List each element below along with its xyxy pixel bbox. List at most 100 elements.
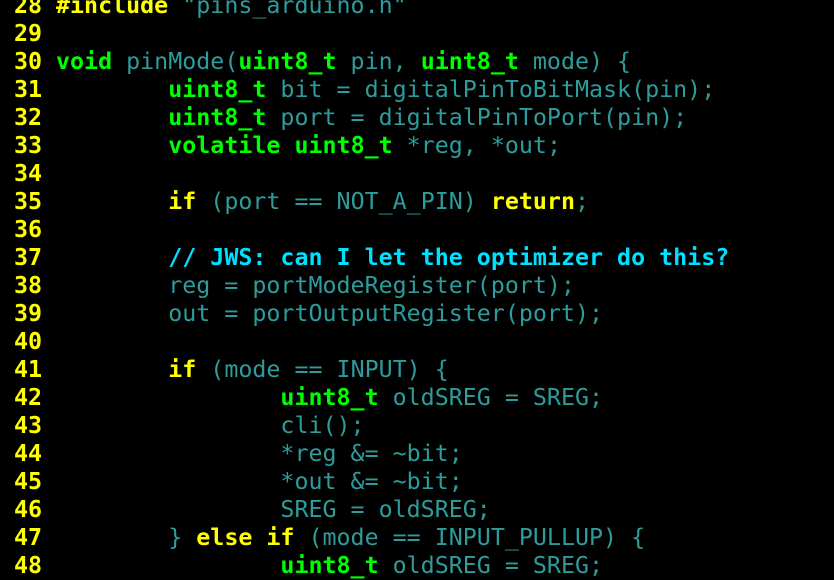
code-line[interactable]: 33 volatile uint8_t *reg, *out;: [0, 132, 834, 160]
code-line[interactable]: 32 uint8_t port = digitalPinToPort(pin);: [0, 104, 834, 132]
line-number: 40: [14, 328, 43, 355]
code-token: ;: [574, 188, 590, 215]
code-text[interactable]: if (mode == INPUT) {: [56, 356, 449, 383]
code-token: *reg, *out;: [392, 132, 561, 159]
code-line[interactable]: 43 cli();: [0, 412, 834, 440]
code-line[interactable]: 37 // JWS: can I let the optimizer do th…: [0, 244, 834, 272]
type-keyword: void: [56, 48, 113, 75]
code-token: pinMode(: [112, 48, 239, 75]
code-line[interactable]: 31 uint8_t bit = digitalPinToBitMask(pin…: [0, 76, 834, 104]
code-line[interactable]: 38 reg = portModeRegister(port);: [0, 272, 834, 300]
code-token: (mode == INPUT_PULLUP) {: [294, 524, 646, 551]
type-keyword: uint8_t: [280, 384, 379, 411]
code-editor[interactable]: 28 #include "pins_arduino.h" 29 30 void pinM…: [0, 0, 834, 580]
line-number: 43: [14, 412, 43, 439]
control-keyword: #include: [56, 0, 169, 19]
code-text[interactable]: *out &= ~bit;: [56, 468, 463, 495]
type-keyword: uint8_t: [238, 48, 337, 75]
code-line[interactable]: 39 out = portOutputRegister(port);: [0, 300, 834, 328]
code-line[interactable]: 30 void pinMode(uint8_t pin, uint8_t mode…: [0, 48, 834, 76]
code-text[interactable]: *reg &= ~bit;: [56, 440, 463, 467]
code-text[interactable]: uint8_t oldSREG = SREG;: [56, 384, 603, 411]
code-line[interactable]: 45 *out &= ~bit;: [0, 468, 834, 496]
code-text[interactable]: #include "pins_arduino.h": [56, 0, 407, 19]
line-number: 33: [14, 132, 43, 159]
type-keyword: uint8_t: [168, 76, 267, 103]
line-number: 30: [14, 48, 43, 75]
code-token: "pins_arduino.h": [168, 0, 407, 19]
code-token: (port == NOT_A_PIN): [196, 188, 491, 215]
line-number: 44: [14, 440, 43, 467]
code-text[interactable]: cli();: [56, 412, 365, 439]
line-number: 37: [14, 244, 43, 271]
line-number: 47: [14, 524, 43, 551]
line-number: 41: [14, 356, 43, 383]
code-line[interactable]: 28 #include "pins_arduino.h": [0, 0, 834, 20]
code-line[interactable]: 29: [0, 20, 834, 48]
line-number: 32: [14, 104, 43, 131]
line-number: 28: [14, 0, 43, 19]
code-text[interactable]: out = portOutputRegister(port);: [56, 300, 603, 327]
code-text[interactable]: // JWS: can I let the optimizer do this?: [56, 244, 729, 271]
code-line[interactable]: 47 } else if (mode == INPUT_PULLUP) {: [0, 524, 834, 552]
code-text[interactable]: reg = portModeRegister(port);: [56, 272, 575, 299]
line-number: 36: [14, 216, 43, 243]
code-token: mode) {: [518, 48, 632, 75]
code-text[interactable]: uint8_t oldSREG = SREG;: [56, 552, 603, 579]
control-keyword: if: [168, 188, 197, 215]
control-keyword: return: [490, 188, 575, 215]
line-number: 39: [14, 300, 43, 327]
code-text[interactable]: uint8_t port = digitalPinToPort(pin);: [56, 104, 687, 131]
code-token: *out &= ~bit;: [56, 468, 463, 495]
code-comment: // JWS: can I let the optimizer do this?: [168, 244, 730, 271]
code-line[interactable]: 42 uint8_t oldSREG = SREG;: [0, 384, 834, 412]
code-text[interactable]: void pinMode(uint8_t pin, uint8_t mode) …: [56, 48, 631, 75]
code-text[interactable]: uint8_t bit = digitalPinToBitMask(pin);: [56, 76, 715, 103]
code-text[interactable]: volatile uint8_t *reg, *out;: [56, 132, 561, 159]
code-line[interactable]: 46 SREG = oldSREG;: [0, 496, 834, 524]
code-line[interactable]: 44 *reg &= ~bit;: [0, 440, 834, 468]
line-number: 38: [14, 272, 43, 299]
code-line[interactable]: 36: [0, 216, 834, 244]
code-token: oldSREG = SREG;: [378, 384, 604, 411]
code-text[interactable]: SREG = oldSREG;: [56, 496, 490, 523]
code-line[interactable]: 34: [0, 160, 834, 188]
code-token: cli();: [56, 412, 365, 439]
code-line[interactable]: 35 if (port == NOT_A_PIN) return;: [0, 188, 834, 216]
code-line[interactable]: 48 uint8_t oldSREG = SREG;: [0, 552, 834, 580]
type-keyword: uint8_t: [294, 132, 393, 159]
code-token: bit = digitalPinToBitMask(pin);: [266, 76, 716, 103]
code-text[interactable]: } else if (mode == INPUT_PULLUP) {: [56, 524, 645, 551]
line-number: 29: [14, 20, 43, 47]
line-number: 31: [14, 76, 43, 103]
code-token: *reg &= ~bit;: [56, 440, 463, 467]
code-token: port = digitalPinToPort(pin);: [266, 104, 688, 131]
code-token: out = portOutputRegister(port);: [56, 300, 604, 327]
control-keyword: else if: [196, 524, 295, 551]
control-keyword: if: [168, 356, 197, 383]
line-number: 34: [14, 160, 43, 187]
line-number: 46: [14, 496, 43, 523]
code-text[interactable]: if (port == NOT_A_PIN) return;: [56, 188, 589, 215]
code-token: oldSREG = SREG;: [378, 552, 604, 579]
code-token: }: [56, 524, 197, 551]
code-line[interactable]: 40: [0, 328, 834, 356]
code-token: pin,: [336, 48, 421, 75]
line-number: 48: [14, 552, 43, 579]
code-token: (mode == INPUT) {: [196, 356, 449, 383]
type-keyword: uint8_t: [168, 104, 267, 131]
code-line[interactable]: 41 if (mode == INPUT) {: [0, 356, 834, 384]
type-keyword: uint8_t: [420, 48, 519, 75]
type-keyword: uint8_t: [280, 552, 379, 579]
type-keyword: volatile: [168, 132, 281, 159]
code-token: reg = portModeRegister(port);: [56, 272, 575, 299]
